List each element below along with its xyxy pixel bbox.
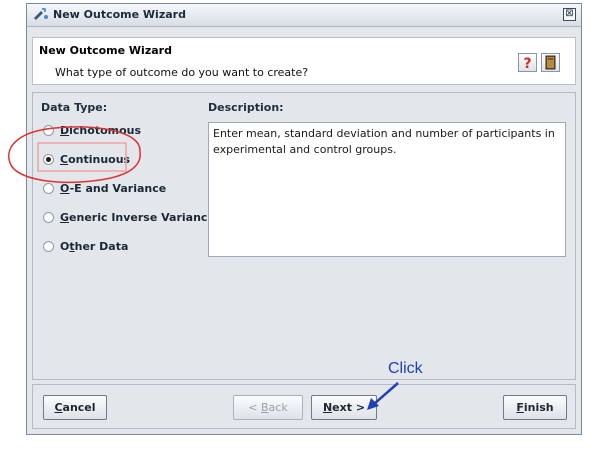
help-button[interactable]: ? [518,53,537,72]
next-button[interactable]: Next > [311,395,377,420]
radio-button[interactable] [43,124,54,136]
radio-dichotomous[interactable]: Dichotomous [43,121,141,139]
back-button[interactable]: < Back [233,395,303,420]
radio-label: Continuous [60,152,131,166]
data-type-label: Data Type: [41,101,108,114]
finish-button[interactable]: Finish [503,395,567,420]
options-panel: Data Type: Description: Dichotomous Cont… [32,92,576,380]
radio-generic-inverse-variance[interactable]: Generic Inverse Variance [43,208,215,226]
window-title: New Outcome Wizard [53,8,186,21]
click-annotation: Click [388,360,423,377]
header-subtitle: What type of outcome do you want to crea… [55,66,309,79]
svg-text:?: ? [523,56,531,71]
description-text: Enter mean, standard deviation and numbe… [208,122,566,257]
help-icon: ? [523,56,531,72]
wizard-app-icon [34,8,48,20]
description-label: Description: [208,101,284,114]
radio-label: Generic Inverse Variance [60,210,215,224]
radio-label: Other Data [60,239,129,253]
title-bar[interactable]: New Outcome Wizard ⊠ [27,4,581,27]
radio-button[interactable] [43,240,54,252]
radio-label: O-E and Variance [60,181,167,195]
book-icon [545,55,556,70]
header-title: New Outcome Wizard [39,44,172,57]
radio-other-data[interactable]: Other Data [43,237,128,255]
radio-label: Dichotomous [60,123,142,137]
manual-button[interactable] [541,53,560,72]
radio-button[interactable] [43,153,54,165]
wizard-window: New Outcome Wizard ⊠ New Outcome Wizard … [26,3,582,435]
button-bar: Cancel < Back Next > Finish [32,384,576,429]
cancel-button[interactable]: Cancel [43,395,107,420]
close-icon[interactable]: ⊠ [563,8,576,21]
radio-oe-variance[interactable]: O-E and Variance [43,179,166,197]
radio-button[interactable] [43,182,54,194]
wizard-header: New Outcome Wizard What type of outcome … [32,37,576,85]
radio-button[interactable] [43,211,54,223]
radio-continuous[interactable]: Continuous [43,150,130,168]
